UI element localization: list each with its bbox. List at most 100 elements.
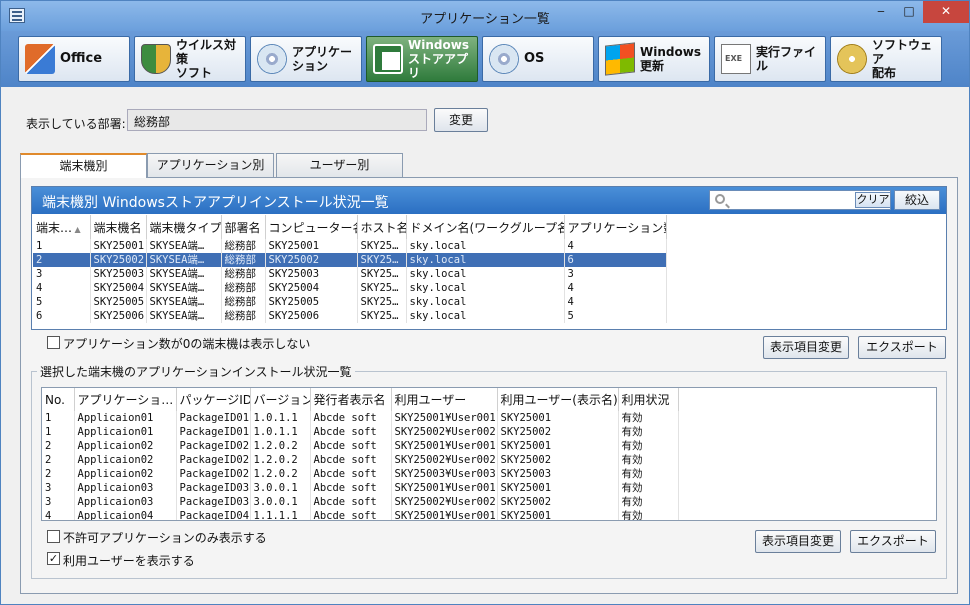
table-cell: Applicaion02 [74, 453, 177, 467]
table-row[interactable]: 2 Applicaion02 PackageID02 1.2.0.2 Abcde sof… [42, 453, 679, 467]
column-header[interactable]: 利用状況 [618, 388, 679, 411]
table-cell: SKY25003 [90, 267, 147, 281]
table-cell: Abcde soft [310, 411, 392, 425]
column-header[interactable]: アプリケーショ… [74, 388, 177, 411]
table-cell: SKY25002 [497, 425, 619, 439]
toolbar-application-button[interactable]: アプリケーション [250, 36, 362, 82]
table-cell: 総務部 [221, 309, 266, 323]
column-header[interactable]: ホスト名 [357, 215, 407, 239]
minimize-button[interactable]: ‒ [867, 1, 895, 23]
table-cell: 1 [42, 425, 75, 439]
table-cell: SKY25003 [497, 467, 619, 481]
table-row[interactable]: 4 SKY25004 SKYSEA端… 総務部 SKY25004 SKY25… sky.lo… [33, 281, 667, 295]
table-cell: SKY25001¥User001 [391, 509, 498, 520]
table-cell: 有効 [618, 453, 679, 467]
table-cell: 総務部 [221, 281, 266, 295]
disallowed-only-label: 不許可アプリケーションのみ表示する [63, 531, 267, 545]
tab-by-user[interactable]: ユーザー別 [276, 153, 403, 177]
toolbar-label: アプリケーション [292, 45, 353, 73]
toolbar-os-button[interactable]: OS [482, 36, 594, 82]
tab-by-application[interactable]: アプリケーション別 [147, 153, 274, 177]
hide-zero-apps-checkbox[interactable] [47, 336, 60, 349]
table-row[interactable]: 2 SKY25002 SKYSEA端… 総務部 SKY25002 SKY25… sky.lo… [33, 253, 667, 267]
table-cell: Abcde soft [310, 439, 392, 453]
export-button[interactable]: エクスポート [850, 530, 936, 553]
table-cell: 3 [33, 267, 91, 281]
table-cell: Applicaion01 [74, 411, 177, 425]
table-cell: Abcde soft [310, 481, 392, 495]
close-button[interactable]: ✕ [923, 1, 969, 23]
column-header[interactable]: バージョン [250, 388, 311, 411]
table-row[interactable]: 6 SKY25006 SKYSEA端… 総務部 SKY25006 SKY25… sky.lo… [33, 309, 667, 323]
table-row[interactable]: 4 Applicaion04 PackageID04 1.1.1.1 Abcde sof… [42, 509, 679, 520]
table-row[interactable]: 1 SKY25001 SKYSEA端… 総務部 SKY25001 SKY25… sky.lo… [33, 239, 667, 253]
table-cell: 総務部 [221, 295, 266, 309]
toolbar-executable-button[interactable]: 実行ファイル [714, 36, 826, 82]
table-cell: 有効 [618, 495, 679, 509]
table-cell: 有効 [618, 509, 679, 520]
clear-button[interactable]: クリア [855, 192, 891, 208]
app-install-grid: No. アプリケーショ… パッケージID バージョン 発行者表示名 利用ユーザー… [41, 387, 937, 521]
table-cell: 2 [33, 253, 91, 267]
office-icon [25, 44, 55, 74]
table-cell: 有効 [618, 481, 679, 495]
column-header[interactable]: パッケージID [176, 388, 251, 411]
column-header[interactable]: アプリケーション数 [564, 215, 667, 239]
show-users-label: 利用ユーザーを表示する [63, 554, 195, 568]
table-cell: 4 [564, 281, 667, 295]
table-row[interactable]: 2 Applicaion02 PackageID02 1.2.0.2 Abcde sof… [42, 439, 679, 453]
table-cell: SKY25004 [265, 281, 358, 295]
column-header[interactable]: 利用ユーザー [391, 388, 498, 411]
column-header[interactable]: 部署名 [221, 215, 266, 239]
table-cell: SKY25002¥User002 [391, 495, 498, 509]
table-cell: 6 [33, 309, 91, 323]
table-cell: SKY25001 [497, 481, 619, 495]
display-items-button[interactable]: 表示項目変更 [755, 530, 841, 553]
display-items-button[interactable]: 表示項目変更 [763, 336, 849, 359]
column-header[interactable]: 端末機タイプ [146, 215, 222, 239]
table-cell: 1.2.0.2 [250, 439, 311, 453]
hide-zero-apps-label: アプリケーション数が0の端末機は表示しない [63, 337, 311, 351]
column-header[interactable]: ドメイン名(ワークグループ名) [406, 215, 565, 239]
table-cell: SKYSEA端… [146, 253, 222, 267]
table-cell: SKY25… [357, 281, 407, 295]
column-header[interactable]: 発行者表示名 [310, 388, 392, 411]
table-cell: SKY25001¥User001 [391, 439, 498, 453]
table-row[interactable]: 1 Applicaion01 PackageID01 1.0.1.1 Abcde sof… [42, 411, 679, 425]
table-cell: SKY25004 [90, 281, 147, 295]
maximize-button[interactable]: □ [895, 1, 923, 23]
show-users-checkbox[interactable]: ✓ [47, 552, 60, 565]
column-header[interactable]: No. [42, 388, 75, 411]
table-cell: SKY25002 [90, 253, 147, 267]
filter-button[interactable]: 絞込 [894, 190, 940, 210]
toolbar-windows-update-button[interactable]: Windows 更新 [598, 36, 710, 82]
table-cell: 4 [42, 509, 75, 520]
table-row[interactable]: 2 Applicaion02 PackageID02 1.2.0.2 Abcde sof… [42, 467, 679, 481]
toolbar-office-button[interactable]: Office [18, 36, 130, 82]
export-button[interactable]: エクスポート [858, 336, 946, 359]
column-header[interactable]: 端末機名 [90, 215, 147, 239]
disallowed-only-checkbox[interactable] [47, 530, 60, 543]
table-cell: SKY25… [357, 295, 407, 309]
column-header[interactable]: 端末… [33, 215, 91, 239]
table-cell: SKYSEA端… [146, 267, 222, 281]
table-cell: 総務部 [221, 267, 266, 281]
change-department-button[interactable]: 変更 [434, 108, 488, 132]
tab-by-terminal[interactable]: 端末機別 [20, 153, 147, 178]
column-header[interactable]: 利用ユーザー(表示名) [497, 388, 619, 411]
windows-flag-icon [605, 42, 635, 76]
table-row[interactable]: 3 Applicaion03 PackageID03 3.0.0.1 Abcde sof… [42, 495, 679, 509]
toolbar-software-distribution-button[interactable]: ソフトウェア 配布 [830, 36, 942, 82]
table-cell: 有効 [618, 411, 679, 425]
search-input[interactable]: クリア [709, 190, 891, 210]
table-row[interactable]: 5 SKY25005 SKYSEA端… 総務部 SKY25005 SKY25… sky.lo… [33, 295, 667, 309]
column-header[interactable]: コンピューター名 [265, 215, 358, 239]
table-row[interactable]: 1 Applicaion01 PackageID01 1.0.1.1 Abcde sof… [42, 425, 679, 439]
toolbar-store-apps-button[interactable]: Windows ストアアプリ [366, 36, 478, 82]
toolbar-antivirus-button[interactable]: ウイルス対策 ソフト [134, 36, 246, 82]
table-row[interactable]: 3 SKY25003 SKYSEA端… 総務部 SKY25003 SKY25… sky.lo… [33, 267, 667, 281]
table-row[interactable]: 3 Applicaion03 PackageID03 3.0.0.1 Abcde sof… [42, 481, 679, 495]
table-cell: SKY25001¥User001 [391, 411, 498, 425]
table-cell: Abcde soft [310, 453, 392, 467]
table-cell: SKY25002¥User002 [391, 453, 498, 467]
